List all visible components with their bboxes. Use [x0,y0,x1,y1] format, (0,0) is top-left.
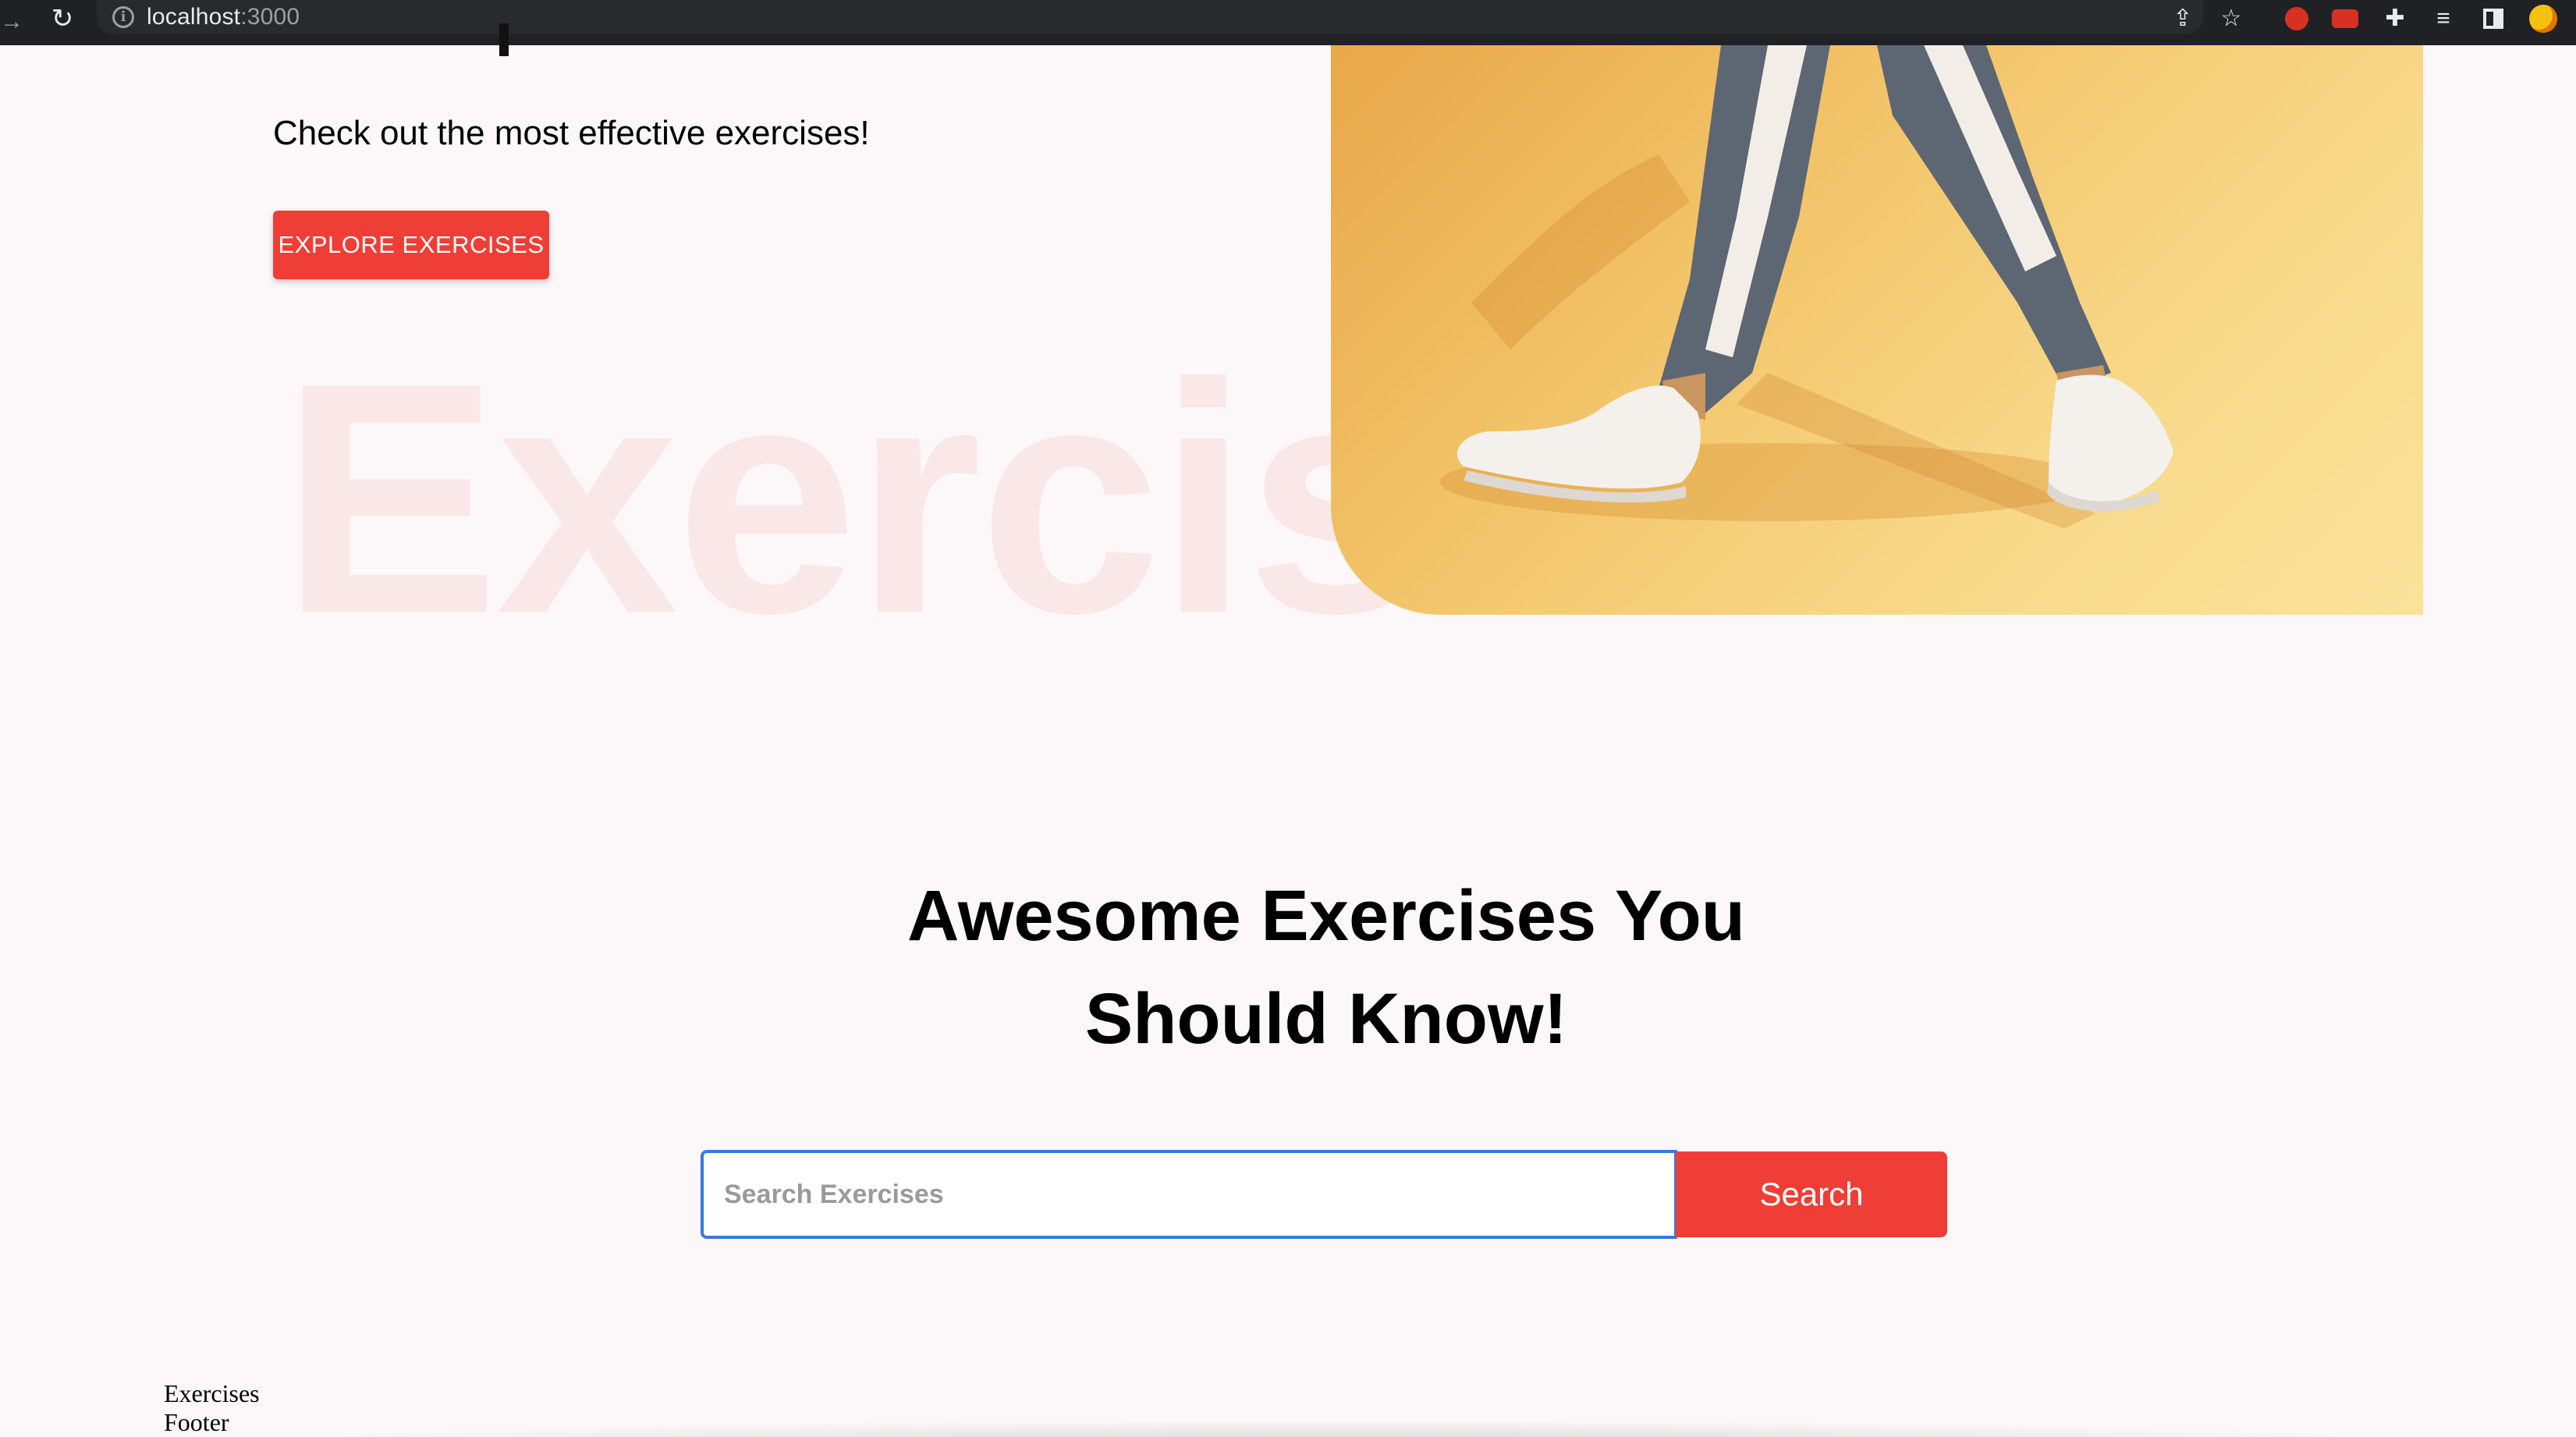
browser-toolbar: → ↻ i localhost:3000 ⇪ ☆ ✚ ≡ [0,0,2576,45]
explore-exercises-button[interactable]: EXPLORE EXERCISES [273,211,549,279]
profile-avatar-icon[interactable] [2528,3,2559,34]
puzzle-icon[interactable]: ✚ [2379,3,2411,34]
search-button[interactable]: Search [1676,1151,1947,1237]
search-bar: Search [701,1150,1949,1239]
section-title-line2: Should Know! [1084,979,1568,1059]
walking-legs-illustration [1440,45,2173,529]
hero-subtitle: Check out the most effective exercises! [273,114,870,152]
section-title: Awesome Exercises You Should Know! [858,864,1794,1070]
search-input[interactable] [701,1150,1677,1239]
reload-icon[interactable]: ↻ [45,2,80,36]
media-icon[interactable]: ≡ [2428,3,2459,34]
footer-shadow-divider [296,1421,2387,1437]
address-bar[interactable]: i localhost:3000 [97,0,2203,34]
url-port: :3000 [240,4,300,30]
back-arrow-icon[interactable]: → [0,5,23,39]
share-icon[interactable]: ⇪ [2167,3,2198,34]
section-title-line1: Awesome Exercises You [907,876,1745,956]
star-icon[interactable]: ☆ [2216,3,2247,34]
side-panel-icon[interactable] [2478,3,2509,34]
footer-line2: Footer [164,1408,229,1436]
hero-heading-fragment [499,23,509,56]
url-text: localhost:3000 [147,3,300,31]
extension-icon[interactable] [2281,3,2312,34]
hero-banner-image [1331,45,2423,615]
youtube-extension-icon[interactable] [2329,3,2361,34]
footer: Exercises Footer [164,1379,289,1437]
footer-line1: Exercises [164,1379,260,1407]
url-host: localhost [147,4,241,30]
site-info-icon[interactable]: i [112,6,134,28]
